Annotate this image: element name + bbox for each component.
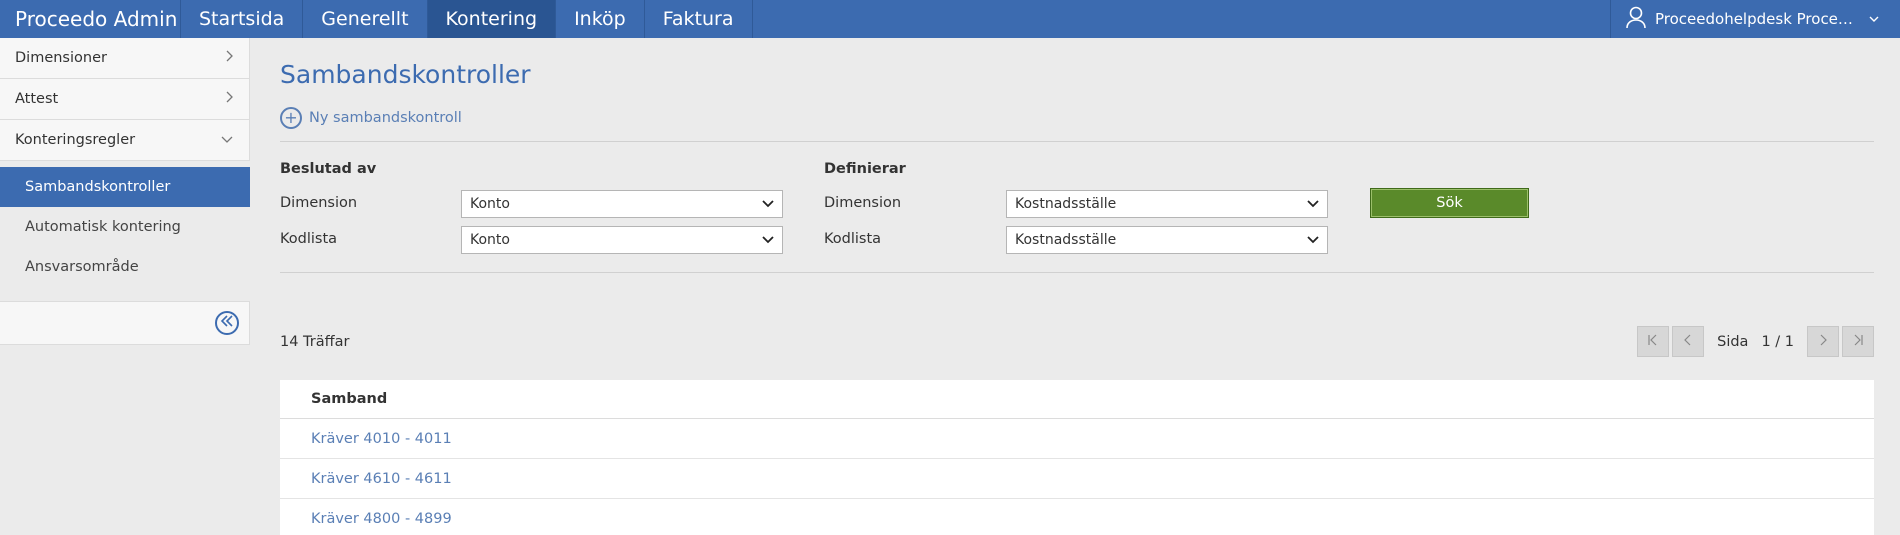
table-row[interactable]: Kräver 4800 - 4899 (280, 499, 1874, 535)
definierar-heading: Definierar (824, 161, 906, 177)
results-bar: 14 Träffar Sida 1 / 1 (280, 326, 1874, 358)
collapse-sidebar-button[interactable] (215, 311, 239, 335)
user-name: Proceedohelpdesk Proceedohelpdesk (1655, 10, 1860, 28)
user-menu[interactable]: Proceedohelpdesk Proceedohelpdesk (1610, 0, 1900, 38)
next-page-button[interactable] (1807, 326, 1839, 357)
left-dimension-value: Konto (470, 196, 510, 212)
chevron-right-icon (224, 90, 234, 108)
top-nav: Proceedo Admin Startsida Generellt Konte… (0, 0, 1900, 38)
tab-inkop[interactable]: Inköp (555, 0, 644, 38)
double-chevron-left-icon (220, 315, 234, 331)
sidebar-collapse-bar (0, 301, 250, 345)
beslutad-av-heading: Beslutad av (280, 161, 377, 177)
sidebar-item-label: Dimensioner (15, 50, 107, 66)
right-kodlista-value: Kostnadsställe (1015, 232, 1117, 248)
tab-startsida[interactable]: Startsida (180, 0, 302, 38)
page-title: Sambandskontroller (280, 60, 531, 89)
chevron-right-icon (224, 49, 234, 67)
right-dimension-label: Dimension (824, 195, 902, 211)
divider (280, 272, 1874, 273)
left-kodlista-value: Konto (470, 232, 510, 248)
page-label: Sida (1717, 333, 1749, 350)
pagination: Sida 1 / 1 (1637, 326, 1874, 357)
chevron-right-icon (1818, 334, 1828, 350)
table-row[interactable]: Kräver 4610 - 4611 (280, 459, 1874, 499)
chevron-down-icon (762, 234, 774, 247)
hits-count: 14 Träffar (280, 334, 350, 350)
page-indicator: 1 / 1 (1761, 333, 1794, 350)
user-icon (1625, 5, 1647, 33)
samband-table: Samband Kräver 4010 - 4011 Kräver 4610 -… (280, 380, 1874, 535)
right-dimension-value: Kostnadsställe (1015, 196, 1117, 212)
search-button[interactable]: Sök (1370, 188, 1529, 218)
main-content: Sambandskontroller + Ny sambandskontroll… (280, 38, 1874, 535)
first-page-button[interactable] (1637, 326, 1670, 357)
chevron-down-icon (762, 198, 774, 211)
chevron-left-icon (1683, 334, 1693, 350)
last-page-icon (1852, 334, 1864, 350)
previous-page-button[interactable] (1672, 326, 1705, 357)
left-dimension-select[interactable]: Konto (461, 190, 783, 218)
app-title[interactable]: Proceedo Admin (0, 0, 180, 38)
tab-kontering[interactable]: Kontering (426, 0, 556, 38)
right-dimension-select[interactable]: Kostnadsställe (1006, 190, 1328, 218)
chevron-down-icon (1307, 234, 1319, 247)
chevron-down-icon (1868, 10, 1880, 28)
new-sambandskontroll-link[interactable]: + Ny sambandskontroll (280, 107, 470, 129)
sidebar-item-attest[interactable]: Attest (0, 79, 250, 120)
sidebar-item-dimensioner[interactable]: Dimensioner (0, 38, 250, 79)
sidebar-subitem-automatisk-kontering[interactable]: Automatisk kontering (0, 207, 250, 247)
right-kodlista-label: Kodlista (824, 231, 882, 247)
new-link-label: Ny sambandskontroll (309, 110, 462, 126)
filter-panel: Beslutad av Dimension Konto Kodlista Kon… (280, 142, 1874, 272)
tab-faktura[interactable]: Faktura (643, 0, 753, 38)
sidebar-item-label: Attest (15, 91, 59, 107)
first-page-icon (1647, 334, 1659, 350)
left-kodlista-select[interactable]: Konto (461, 226, 783, 254)
sidebar-subitem-sambandskontroller[interactable]: Sambandskontroller (0, 167, 250, 207)
chevron-down-icon (220, 132, 234, 148)
sidebar-item-label: Konteringsregler (15, 132, 136, 148)
chevron-down-icon (1307, 198, 1319, 211)
tab-generellt[interactable]: Generellt (302, 0, 426, 38)
sidebar: Dimensioner Attest Konteringsregler Samb… (0, 38, 250, 345)
table-row[interactable]: Kräver 4010 - 4011 (280, 419, 1874, 459)
right-kodlista-select[interactable]: Kostnadsställe (1006, 226, 1328, 254)
sidebar-item-konteringsregler[interactable]: Konteringsregler (0, 120, 250, 161)
last-page-button[interactable] (1842, 326, 1874, 357)
table-header[interactable]: Samband (280, 380, 1874, 419)
sidebar-subitem-ansvarsomrade[interactable]: Ansvarsområde (0, 247, 250, 287)
plus-circle-icon: + (280, 107, 302, 129)
left-dimension-label: Dimension (280, 195, 358, 211)
left-kodlista-label: Kodlista (280, 231, 338, 247)
